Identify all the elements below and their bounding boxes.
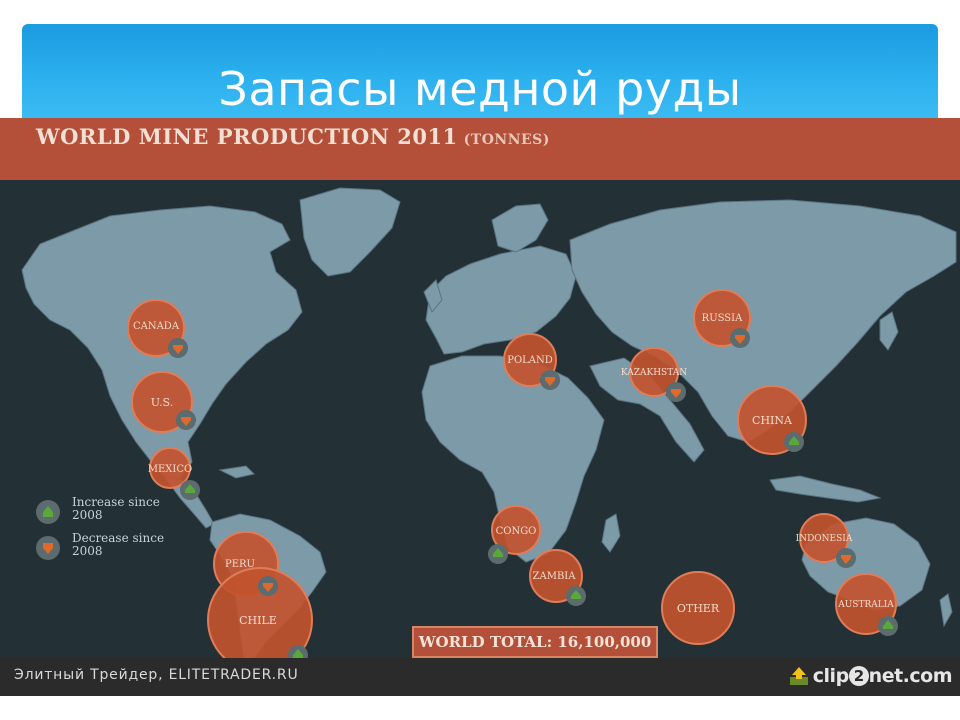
label-indonesia: INDONESIA xyxy=(796,534,853,544)
heading-main: WORLD MINE PRODUCTION 2011 xyxy=(36,124,458,149)
legend-decrease-label: Decrease since 2008 xyxy=(72,531,165,558)
legend-increase: Increase since 2008 xyxy=(36,496,176,536)
slide-title: Запасы медной руды xyxy=(218,62,742,116)
source-footer: Элитный Трейдер, ELITETRADER.RU clip 2 net… xyxy=(0,658,960,696)
decrease-arrow-icon xyxy=(36,536,60,560)
label-other: OTHER xyxy=(677,602,720,615)
heading-unit: (TONNES) xyxy=(463,132,550,148)
bubble-other: OTHER xyxy=(661,571,735,645)
bubble-russia: RUSSIA xyxy=(693,289,751,348)
clip2net-logo: clip 2 net.com xyxy=(788,664,953,688)
label-us: U.S. xyxy=(151,396,173,409)
legend-increase-label: Increase since 2008 xyxy=(72,495,160,522)
label-chile: CHILE xyxy=(239,614,277,627)
label-zambia: ZAMBIA xyxy=(533,571,577,582)
label-china: CHINA xyxy=(752,414,793,427)
copper-production-infographic: WORLD MINE PRODUCTION 2011 (TONNES) CANA… xyxy=(0,118,960,696)
bubble-china: CHINA xyxy=(737,385,807,455)
indonesia-shape xyxy=(769,475,882,503)
world-total: WORLD TOTAL: 16,100,000 xyxy=(418,633,652,651)
madagascar-shape xyxy=(601,513,621,553)
world-map: CANADA U.S. MEXICO PERU CHILE POLAND RUS… xyxy=(21,187,957,658)
world-total-box: WORLD TOTAL: 16,100,000 xyxy=(412,626,658,658)
upload-arrow-icon xyxy=(789,667,808,685)
logo-pre: clip xyxy=(812,665,849,687)
europe-shape xyxy=(425,245,577,355)
label-kazakhstan: KAZAKHSTAN xyxy=(621,368,687,378)
scandinavia-shape xyxy=(491,203,549,253)
bubble-peru-trend xyxy=(258,576,278,596)
label-russia: RUSSIA xyxy=(702,313,743,324)
logo-num: 2 xyxy=(848,666,869,686)
slide-title-bar: Запасы медной руды xyxy=(22,24,938,122)
source-credit: Элитный Трейдер, ELITETRADER.RU xyxy=(14,667,299,683)
increase-arrow-icon xyxy=(36,500,60,524)
caribbean-shape xyxy=(218,465,255,479)
label-canada: CANADA xyxy=(133,321,180,332)
label-australia: AUSTRALIA xyxy=(837,600,894,610)
infographic-header: WORLD MINE PRODUCTION 2011 (TONNES) xyxy=(0,118,960,180)
bubble-australia: AUSTRALIA xyxy=(835,573,898,636)
japan-shape xyxy=(879,311,899,351)
logo-post: net.com xyxy=(868,665,953,687)
new-zealand-shape xyxy=(939,593,953,628)
legend-decrease: Decrease since 2008 xyxy=(36,532,176,572)
bubble-mexico: MEXICO xyxy=(148,447,200,500)
greenland-shape xyxy=(299,187,401,277)
infographic-heading: WORLD MINE PRODUCTION 2011 (TONNES) xyxy=(36,124,550,149)
label-congo: CONGO xyxy=(496,526,537,537)
label-mexico: MEXICO xyxy=(148,464,192,475)
label-poland: POLAND xyxy=(507,355,553,366)
bubble-zambia: ZAMBIA xyxy=(529,549,586,606)
